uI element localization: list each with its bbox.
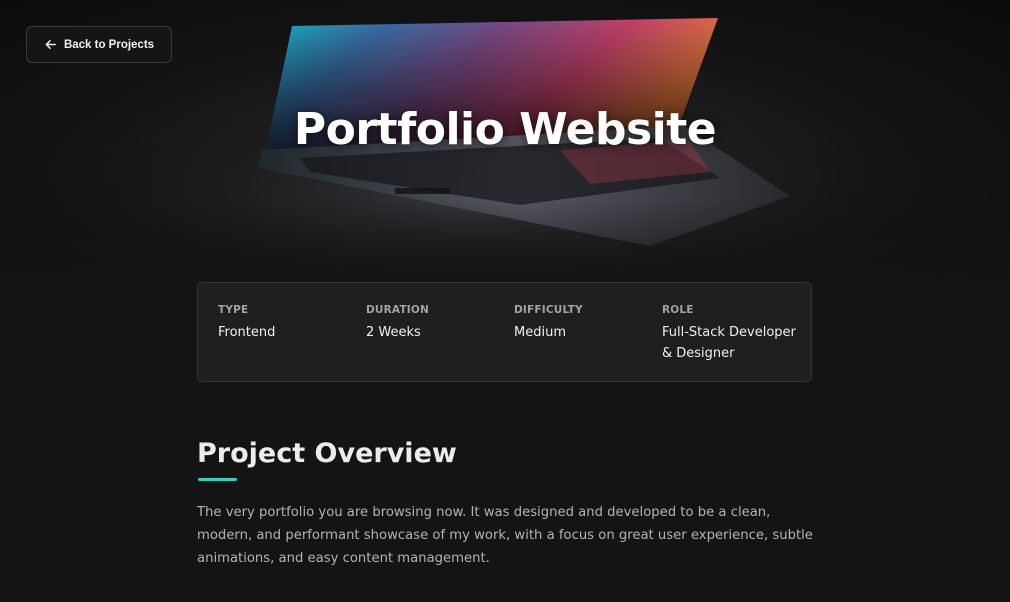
hero-fade-overlay	[0, 200, 1010, 290]
meta-label: DURATION	[366, 304, 430, 316]
meta-label: TYPE	[218, 304, 249, 316]
meta-value: 2 Weeks	[366, 325, 421, 340]
meta-value: Medium	[514, 325, 566, 340]
meta-type: TYPE Frontend	[218, 304, 358, 343]
project-page: Back to Projects Portfolio Website TYPE …	[0, 0, 1010, 602]
meta-label: ROLE	[662, 304, 694, 316]
meta-duration: DURATION 2 Weeks	[366, 304, 506, 343]
meta-difficulty: DIFFICULTY Medium	[514, 304, 654, 343]
meta-role: ROLE Full-Stack Developer & Designer	[662, 304, 797, 364]
section-title-overview: Project Overview	[197, 438, 457, 469]
back-button-label: Back to Projects	[63, 38, 155, 51]
meta-value: Frontend	[218, 325, 276, 340]
arrow-left-icon	[45, 40, 56, 49]
back-to-projects-button[interactable]: Back to Projects	[26, 26, 172, 63]
meta-value: Full-Stack Developer & Designer	[662, 325, 796, 361]
section-accent-underline	[198, 478, 237, 481]
page-title: Portfolio Website	[293, 104, 717, 155]
overview-paragraph: The very portfolio you are browsing now.…	[197, 505, 813, 566]
project-meta-card: TYPE Frontend DURATION 2 Weeks DIFFICULT…	[197, 282, 812, 382]
meta-label: DIFFICULTY	[514, 304, 583, 316]
